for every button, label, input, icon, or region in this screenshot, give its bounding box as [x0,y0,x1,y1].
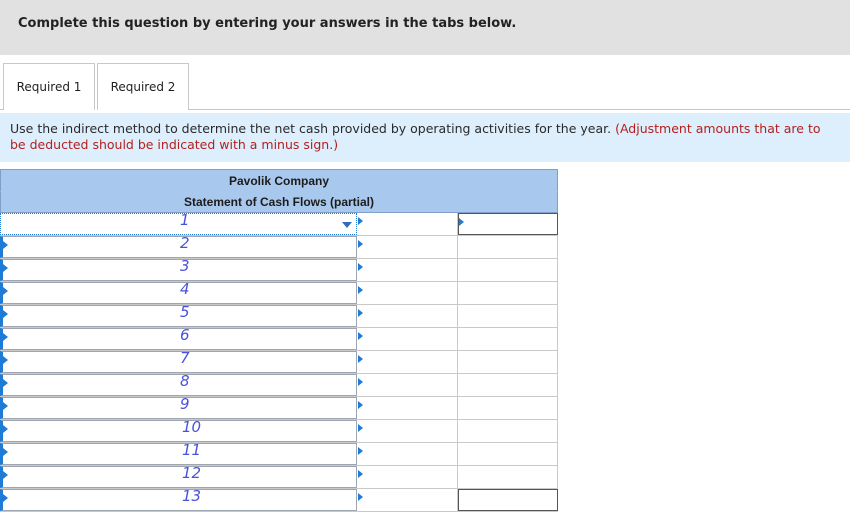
total-input[interactable] [458,466,558,488]
table-row [0,259,558,282]
row-marker-icon [3,333,8,341]
description-input[interactable] [0,420,357,442]
table-row [0,213,558,236]
total-input[interactable] [458,443,558,465]
input-marker-icon [358,240,363,248]
amount-input[interactable] [358,397,458,419]
table-row [0,305,558,328]
row-marker-icon [3,402,8,410]
description-input[interactable] [0,374,357,396]
total-input[interactable] [458,236,558,258]
total-input[interactable] [458,374,558,396]
question-text: Use the indirect method to determine the… [10,121,612,136]
banner-text: Complete this question by entering your … [18,16,517,31]
total-input[interactable] [458,259,558,281]
input-marker-icon [358,401,363,409]
amount-input[interactable] [358,259,458,281]
total-input[interactable] [458,213,558,235]
input-marker-icon [358,378,363,386]
statement-title: Statement of Cash Flows (partial) [0,191,558,213]
total-input[interactable] [458,420,558,442]
description-input[interactable] [0,259,357,281]
row-marker-icon [3,241,8,249]
total-input[interactable] [458,328,558,350]
tab-required-2[interactable]: Required 2 [97,63,189,110]
description-input[interactable] [0,328,357,350]
row-marker-icon [3,310,8,318]
total-input[interactable] [458,397,558,419]
tab-required-1[interactable]: Required 1 [3,63,95,110]
amount-input[interactable] [358,420,458,442]
table-row [0,489,558,512]
table-row [0,466,558,489]
description-input[interactable] [0,282,357,304]
row-marker-icon [3,471,8,479]
amount-input[interactable] [358,305,458,327]
tab-divider-left [0,109,3,110]
description-input[interactable] [0,236,357,258]
input-marker-icon [358,355,363,363]
amount-input[interactable] [358,213,458,235]
cash-flow-table: Pavolik Company Statement of Cash Flows … [0,169,558,512]
description-input[interactable] [0,305,357,327]
row-marker-icon [3,287,8,295]
total-input[interactable] [458,489,558,511]
amount-input[interactable] [358,282,458,304]
input-marker-icon [358,309,363,317]
amount-input[interactable] [358,374,458,396]
row-marker-icon [3,264,8,272]
table-row [0,443,558,466]
table-row [0,282,558,305]
chevron-down-icon[interactable] [342,222,352,228]
total-input[interactable] [458,305,558,327]
tab-divider [189,109,850,110]
input-marker-icon [358,286,363,294]
question-prompt: Use the indirect method to determine the… [0,113,850,162]
input-marker-icon [358,424,363,432]
row-marker-icon [3,379,8,387]
input-marker-icon [358,493,363,501]
row-marker-icon [3,425,8,433]
description-dropdown[interactable] [0,213,357,235]
amount-input[interactable] [358,236,458,258]
table-row [0,351,558,374]
table-row [0,420,558,443]
description-input[interactable] [0,397,357,419]
input-marker-icon [358,470,363,478]
input-marker-icon [358,332,363,340]
description-input[interactable] [0,443,357,465]
input-marker-icon [459,218,464,226]
table-body [0,213,558,512]
total-input[interactable] [458,351,558,373]
amount-input[interactable] [358,466,458,488]
amount-input[interactable] [358,328,458,350]
table-row [0,328,558,351]
company-name: Pavolik Company [0,169,558,191]
row-marker-icon [3,494,8,502]
input-marker-icon [358,217,363,225]
instruction-banner: Complete this question by entering your … [0,0,850,55]
table-row [0,374,558,397]
amount-input[interactable] [358,351,458,373]
amount-input[interactable] [358,489,458,511]
row-marker-icon [3,356,8,364]
table-row [0,236,558,259]
row-marker-icon [3,448,8,456]
table-row [0,397,558,420]
total-input[interactable] [458,282,558,304]
input-marker-icon [358,263,363,271]
description-input[interactable] [0,351,357,373]
description-input[interactable] [0,489,357,511]
input-marker-icon [358,447,363,455]
amount-input[interactable] [358,443,458,465]
description-input[interactable] [0,466,357,488]
